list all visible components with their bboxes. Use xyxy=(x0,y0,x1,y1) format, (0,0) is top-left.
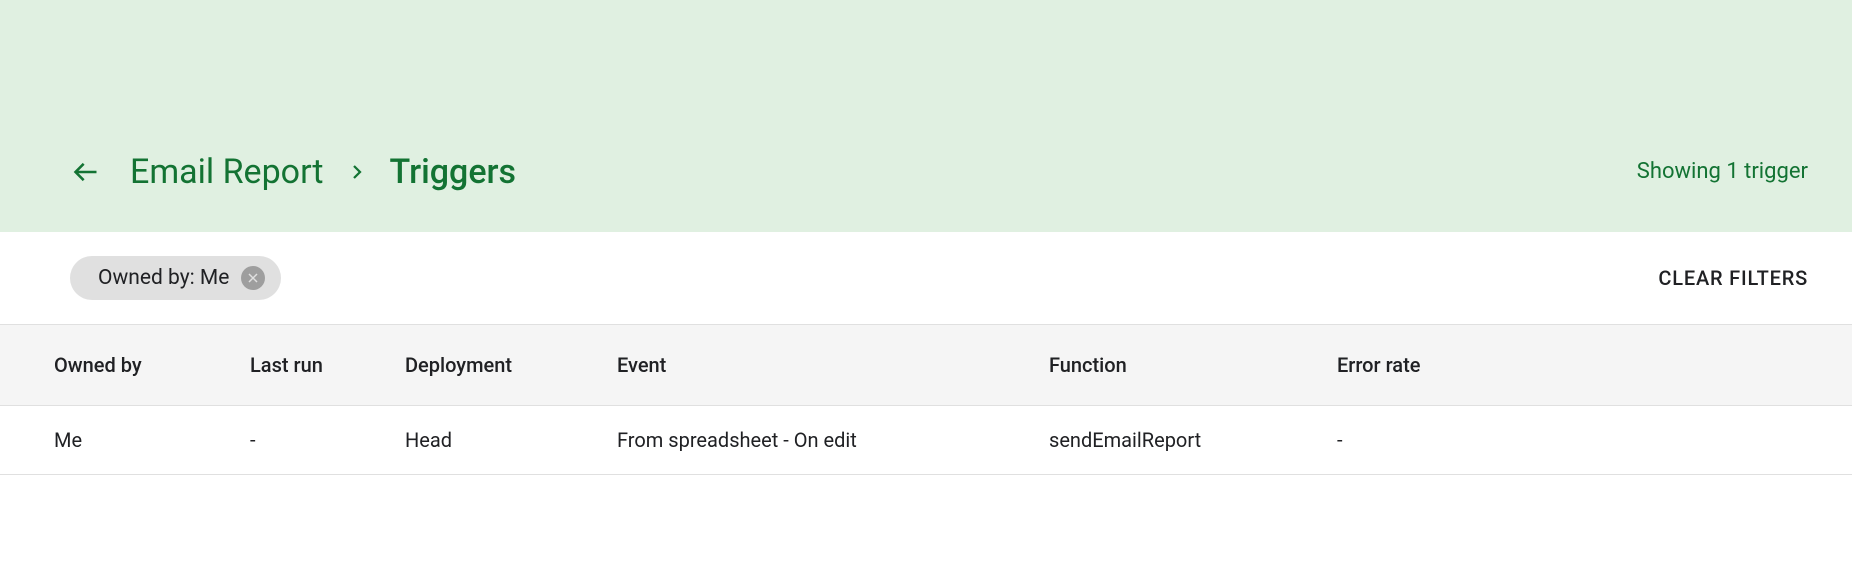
cell-function: sendEmailReport xyxy=(1049,428,1337,452)
clear-filters-button[interactable]: CLEAR FILTERS xyxy=(1658,266,1808,290)
col-header-deployment[interactable]: Deployment xyxy=(405,353,617,377)
col-header-last-run[interactable]: Last run xyxy=(250,353,405,377)
breadcrumb-project[interactable]: Email Report xyxy=(130,152,324,192)
filter-bar: Owned by: Me CLEAR FILTERS xyxy=(0,232,1852,324)
col-header-function[interactable]: Function xyxy=(1049,353,1337,377)
cell-deployment: Head xyxy=(405,428,617,452)
triggers-table: Owned by Last run Deployment Event Funct… xyxy=(0,324,1852,475)
chevron-right-icon xyxy=(348,163,366,181)
close-icon xyxy=(247,272,259,284)
table-header-row: Owned by Last run Deployment Event Funct… xyxy=(0,324,1852,406)
table-row[interactable]: Me - Head From spreadsheet - On edit sen… xyxy=(0,406,1852,475)
cell-last-run: - xyxy=(250,428,405,452)
filter-chip-label: Owned by: Me xyxy=(98,266,229,290)
col-header-event[interactable]: Event xyxy=(617,353,1049,377)
filter-chip-owned-by[interactable]: Owned by: Me xyxy=(70,256,281,300)
trigger-count-status: Showing 1 trigger xyxy=(1637,159,1808,184)
breadcrumb: Email Report Triggers xyxy=(130,152,516,192)
header-banner: Email Report Triggers Showing 1 trigger xyxy=(0,0,1852,232)
col-header-error-rate[interactable]: Error rate xyxy=(1337,353,1852,377)
filter-chip-remove[interactable] xyxy=(241,266,265,290)
arrow-left-icon xyxy=(72,158,100,186)
cell-event: From spreadsheet - On edit xyxy=(617,428,1049,452)
breadcrumb-current: Triggers xyxy=(390,152,517,192)
cell-owned-by: Me xyxy=(0,428,250,452)
back-button[interactable] xyxy=(70,156,102,188)
header-left: Email Report Triggers xyxy=(70,152,516,192)
col-header-owned-by[interactable]: Owned by xyxy=(0,353,250,377)
cell-error-rate: - xyxy=(1337,428,1852,452)
